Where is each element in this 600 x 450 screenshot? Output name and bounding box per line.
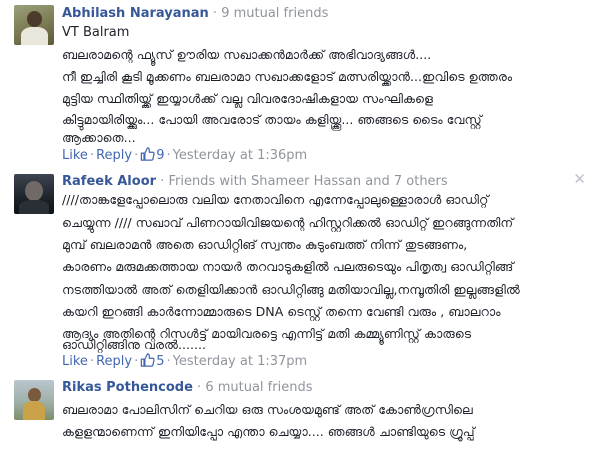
comment-author[interactable]: Rafeek Aloor [62, 174, 156, 189]
comment-author-meta: 9 mutual friends [221, 6, 329, 21]
action-separator: · [89, 354, 95, 369]
comment-line: മുമ്പ് ബലരാമൻ അതെ ഓഡിറ്റിങ് സ്വന്തം കുടു… [62, 237, 468, 252]
comment-timestamp[interactable]: Yesterday at 1:36pm [173, 148, 308, 163]
comment-separator: · [156, 174, 169, 189]
comment-line: നടത്തിയാൽ അത് തെളിയിക്കാൻ ഓഡിറ്റിങ്ങു മത… [62, 282, 520, 297]
action-separator: · [166, 148, 171, 163]
comment-line: കാരണം മരുമക്കത്തായ നായർ തറവാടുകളിൽ പലരുട… [62, 259, 514, 274]
comment-line: ബലരാമന്റെ ഫ്യൂസ് ഊരിയ സഖാക്കൻമാർക്ക് അഭി… [62, 47, 432, 62]
comment-line: ആക്കാതെ... [62, 130, 136, 145]
action-separator: · [134, 354, 139, 369]
comment-line: ////താങ്കളേപ്പോലൊരു വലിയ നേതാവിനെ എന്നേപ… [62, 192, 489, 207]
comment-line: കിട്ടുമായിരിയ്ക്കും... പോയി അവരോട് തായം … [62, 112, 482, 127]
comment-author[interactable]: Rikas Pothencode [62, 380, 193, 395]
thumbs-up-icon [140, 353, 155, 367]
comment-line: ബലരാമാ പോലിസിന് ചെറിയ ഒരു സംശയമുണ്ട് അത്… [62, 402, 473, 417]
close-icon[interactable]: ✕ [573, 172, 586, 187]
comment-author-meta: Friends with Shameer Hassan and 7 others [168, 174, 448, 189]
comment-author[interactable]: Abhilash Narayanan [62, 6, 209, 21]
comment-line: കളളന്മാണെന്ന് ഇനിയിപ്പോ എന്താ ചെയ്യാ....… [62, 424, 475, 439]
comment-line: VT Balram [62, 25, 130, 40]
comment-separator: · [192, 380, 206, 395]
like-count-value: 5 [156, 354, 165, 369]
reply-link[interactable]: Reply [96, 354, 132, 369]
avatar[interactable] [14, 5, 54, 45]
comment-timestamp[interactable]: Yesterday at 1:37pm [173, 354, 308, 369]
comment-line: ഓഡിറ്റിങ്ങിനു വരൽ....... [62, 337, 207, 352]
comment-actions: Like · Reply · 5 · Yesterday at 1:37pm [62, 353, 307, 370]
avatar[interactable] [14, 174, 54, 214]
like-count[interactable]: 5 [140, 353, 165, 369]
comment-line: നീ ഇച്ചിരി കൂടി മൂക്കണം ബലരാമാ സഖാക്കളോട… [62, 69, 513, 84]
comment-line: മുട്ടിയ സ്ഥിതിയ്ക്ക് ഇയ്യാൾക്ക് വല്ല വിവ… [62, 91, 434, 106]
like-count-value: 9 [156, 148, 165, 163]
comment-separator: · [208, 6, 222, 21]
thumbs-up-icon [140, 147, 155, 161]
like-link[interactable]: Like [62, 354, 88, 369]
action-separator: · [134, 148, 139, 163]
comment-line: ചെയ്യുന്ന //// സഖാവ് പിണറായിവിജയന്റെ ഹിസ… [62, 215, 514, 230]
like-link[interactable]: Like [62, 148, 88, 163]
action-separator: · [166, 354, 171, 369]
comment-actions: Like · Reply · 9 · Yesterday at 1:36pm [62, 147, 307, 164]
action-separator: · [89, 148, 95, 163]
reply-link[interactable]: Reply [96, 148, 132, 163]
like-count[interactable]: 9 [140, 147, 165, 163]
comment-author-meta: 6 mutual friends [205, 380, 313, 395]
avatar[interactable] [14, 380, 54, 420]
comment-line: കയറി ഇറങ്ങി കാർന്നോമ്മാരുടെ DNA ടെസ്റ്റ്… [62, 304, 501, 319]
